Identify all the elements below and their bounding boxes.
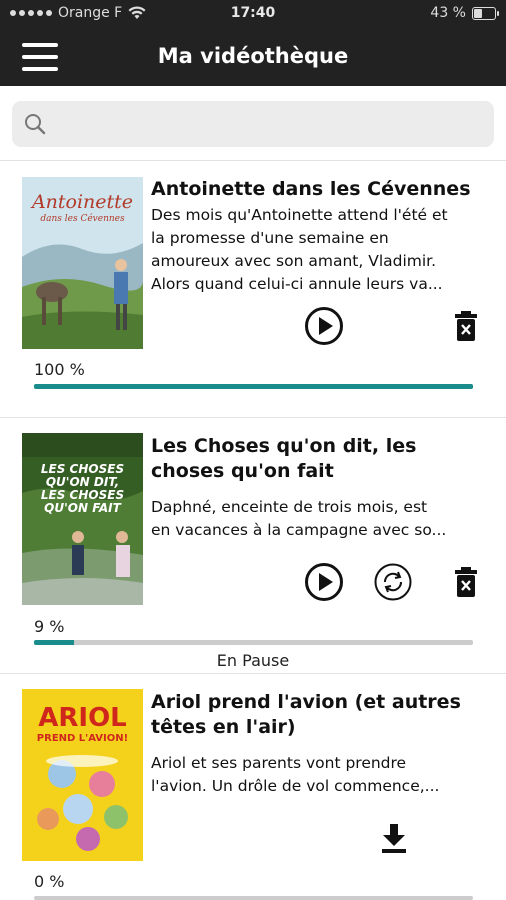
movie-poster[interactable]: Antoinette dans les Cévennes xyxy=(22,177,143,349)
title-line: têtes en l'air) xyxy=(151,716,296,738)
movie-description: Ariol et ses parents vont prendre l'avio… xyxy=(151,752,496,798)
description-line: Ariol et ses parents vont prendre xyxy=(151,754,407,772)
search-input[interactable] xyxy=(52,109,476,139)
movie-title: Les Choses qu'on dit, les choses qu'on f… xyxy=(151,434,496,484)
play-circle-icon[interactable] xyxy=(304,562,344,602)
progress-percent: 0 % xyxy=(34,872,65,891)
progress-percent: 100 % xyxy=(34,360,85,379)
poster-subtitle: dans les Cévennes xyxy=(40,214,125,224)
battery-label: 43 % xyxy=(430,5,466,21)
trash-icon[interactable] xyxy=(453,310,479,342)
divider xyxy=(0,160,506,161)
movie-description: Daphné, enceinte de trois mois, est en v… xyxy=(151,496,496,542)
status-right: 43 % xyxy=(430,5,499,21)
progress-percent: 9 % xyxy=(34,617,65,636)
battery-icon xyxy=(472,6,499,20)
description-line: amoureux avec son amant, Vladimir. xyxy=(151,252,437,270)
movie-title: Ariol prend l'avion (et autres têtes en … xyxy=(151,690,496,740)
search-icon xyxy=(25,114,46,135)
divider xyxy=(0,417,506,418)
app-bar: Ma vidéothèque xyxy=(0,28,506,86)
page-title: Ma vidéothèque xyxy=(157,44,349,68)
description-line: Daphné, enceinte de trois mois, est xyxy=(151,498,428,516)
status-text: En Pause xyxy=(216,651,290,670)
title-line: Ariol prend l'avion (et autres xyxy=(151,691,461,713)
search-bar[interactable] xyxy=(12,101,494,147)
description-line: en vacances à la campagne avec so... xyxy=(151,521,447,539)
progress-bar xyxy=(34,640,473,645)
poster-title-line: QU'ON FAIT xyxy=(44,501,121,515)
progress-bar xyxy=(34,896,473,900)
poster-title: ARIOL xyxy=(38,703,127,733)
progress-bar xyxy=(34,384,473,389)
movie-title: Antoinette dans les Cévennes xyxy=(151,177,496,202)
description-line: la promesse d'une semaine en xyxy=(151,229,389,247)
poster-title: Antoinette xyxy=(31,191,134,213)
status-bar: Orange F 17:40 43 % xyxy=(0,0,506,28)
refresh-circle-icon[interactable] xyxy=(373,562,413,602)
title-line: choses qu'on fait xyxy=(151,460,334,482)
poster-illustration xyxy=(22,433,143,605)
poster-subtitle: PREND L'AVION! xyxy=(36,733,129,744)
poster-title: LES CHOSES QU'ON DIT, LES CHOSES QU'ON F… xyxy=(22,463,143,515)
title-line: Les Choses qu'on dit, les xyxy=(151,435,417,457)
play-circle-icon[interactable] xyxy=(304,306,344,346)
movie-poster[interactable]: ARIOL PREND L'AVION! xyxy=(22,689,143,861)
description-line: Alors quand celui-ci annule leurs va... xyxy=(151,275,443,293)
divider xyxy=(0,673,506,674)
download-icon[interactable] xyxy=(380,822,408,854)
movie-poster[interactable]: LES CHOSES QU'ON DIT, LES CHOSES QU'ON F… xyxy=(22,433,143,605)
trash-icon[interactable] xyxy=(453,566,479,598)
movie-description: Des mois qu'Antoinette attend l'été et l… xyxy=(151,204,496,296)
title-line: Antoinette dans les Cévennes xyxy=(151,178,471,200)
description-line: l'avion. Un drôle de vol commence,... xyxy=(151,777,440,795)
description-line: Des mois qu'Antoinette attend l'été et xyxy=(151,206,448,224)
